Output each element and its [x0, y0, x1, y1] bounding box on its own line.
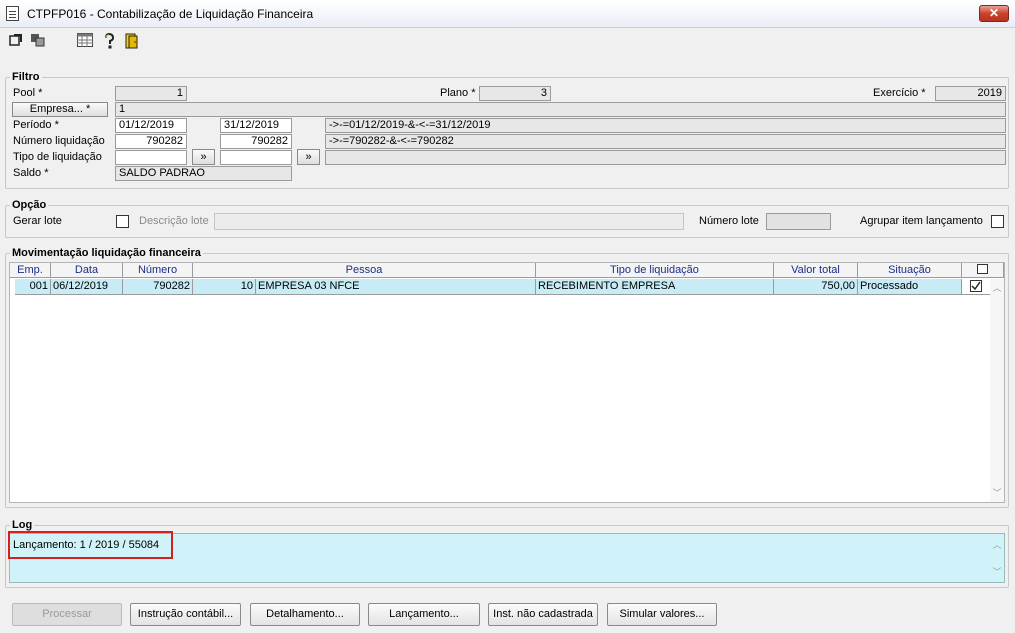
- copy-icon[interactable]: [30, 33, 46, 49]
- select-all-checkbox[interactable]: [977, 264, 988, 275]
- row-select-checkbox[interactable]: [970, 280, 982, 292]
- column-header-data[interactable]: Data: [51, 263, 123, 278]
- numero-lote-input[interactable]: [766, 213, 831, 230]
- cell-valor[interactable]: 750,00: [774, 279, 858, 295]
- numero-expression: ->-=790282-&-<-=790282: [325, 134, 1006, 149]
- gerar-lote-checkbox[interactable]: [116, 215, 129, 228]
- log-highlight-box: [8, 531, 173, 559]
- cell-numero[interactable]: 790282: [123, 279, 193, 295]
- cell-select[interactable]: [962, 279, 990, 295]
- simular-valores-button[interactable]: Simular valores...: [607, 603, 717, 626]
- gerar-lote-label: Gerar lote: [13, 215, 62, 227]
- cell-data[interactable]: 06/12/2019: [51, 279, 123, 295]
- chevron-down-icon[interactable]: ﹀: [992, 567, 1002, 577]
- window-title: CTPFP016 - Contabilização de Liquidação …: [27, 7, 314, 21]
- column-header-valor[interactable]: Valor total: [774, 263, 858, 278]
- empresa-field: 1: [115, 102, 1006, 117]
- numero-liquidacao-label: Número liquidação: [13, 135, 105, 147]
- agrupar-label: Agrupar item lançamento: [860, 215, 983, 227]
- export-icon[interactable]: [8, 33, 24, 49]
- periodo-expression: ->-=01/12/2019-&-<-=31/12/2019: [325, 118, 1006, 133]
- empresa-button[interactable]: Empresa... *: [12, 102, 108, 117]
- column-header-situacao[interactable]: Situação: [858, 263, 962, 278]
- tipo-to-lookup-button[interactable]: »: [297, 149, 320, 165]
- chevron-up-icon[interactable]: ︿: [992, 283, 1002, 293]
- log-title: Log: [10, 519, 35, 531]
- document-icon: [6, 6, 19, 21]
- tipo-liquidacao-label: Tipo de liquidação: [13, 151, 102, 163]
- toolbar: [0, 29, 1015, 53]
- column-header-tipo[interactable]: Tipo de liquidação: [536, 263, 774, 278]
- periodo-label: Período *: [13, 119, 59, 131]
- plano-field: 3: [479, 86, 551, 101]
- periodo-from-input[interactable]: 01/12/2019: [115, 118, 187, 133]
- exercicio-field: 2019: [935, 86, 1006, 101]
- pool-field: 1: [115, 86, 187, 101]
- cell-pessoa-nome[interactable]: EMPRESA 03 NFCE: [256, 279, 536, 295]
- agrupar-checkbox[interactable]: [991, 215, 1004, 228]
- tipo-from-input[interactable]: [115, 150, 187, 165]
- column-header-pessoa[interactable]: Pessoa: [193, 263, 536, 278]
- exit-door-icon[interactable]: [124, 33, 140, 49]
- log-scrollbar[interactable]: ︿ ﹀: [990, 534, 1004, 582]
- opcao-title: Opção: [10, 199, 49, 211]
- filtro-title: Filtro: [10, 71, 42, 83]
- cell-pessoa-codigo[interactable]: 10: [193, 279, 256, 295]
- movimentacao-table: Emp. Data Número Pessoa Tipo de liquidaç…: [9, 262, 1005, 503]
- pool-label: Pool *: [13, 87, 43, 99]
- instrucao-contabil-button[interactable]: Instrução contábil...: [130, 603, 241, 626]
- cell-tipo[interactable]: RECEBIMENTO EMPRESA: [536, 279, 774, 295]
- descricao-lote-label: Descrição lote: [139, 215, 209, 227]
- calendar-grid-icon[interactable]: [77, 33, 93, 49]
- tipo-from-lookup-button[interactable]: »: [192, 149, 215, 165]
- cell-emp[interactable]: 001: [15, 279, 51, 295]
- tipo-to-input[interactable]: [220, 150, 292, 165]
- column-header-numero[interactable]: Número: [123, 263, 193, 278]
- select-all-header[interactable]: [962, 263, 1004, 278]
- detalhamento-button[interactable]: Detalhamento...: [250, 603, 360, 626]
- chevron-up-icon[interactable]: ︿: [992, 540, 1002, 550]
- close-button[interactable]: ✕: [979, 5, 1009, 22]
- movimentacao-title: Movimentação liquidação financeira: [10, 247, 203, 259]
- chevron-down-icon[interactable]: ﹀: [992, 488, 1002, 498]
- inst-nao-cadastrada-button[interactable]: Inst. não cadastrada: [488, 603, 598, 626]
- checkmark-icon: [971, 281, 981, 291]
- processar-button[interactable]: Processar: [12, 603, 122, 626]
- periodo-to-input[interactable]: 31/12/2019: [220, 118, 292, 133]
- numero-lote-label: Número lote: [699, 215, 759, 227]
- numero-from-input[interactable]: 790282: [115, 134, 187, 149]
- lancamento-button[interactable]: Lançamento...: [368, 603, 480, 626]
- column-header-emp[interactable]: Emp.: [10, 263, 51, 278]
- title-bar: CTPFP016 - Contabilização de Liquidação …: [0, 0, 1015, 28]
- help-icon[interactable]: [101, 32, 117, 49]
- saldo-field: SALDO PADRAO: [115, 166, 292, 181]
- table-scrollbar[interactable]: ︿ ﹀: [990, 279, 1004, 502]
- saldo-label: Saldo *: [13, 167, 49, 179]
- plano-label: Plano *: [440, 87, 476, 99]
- cell-situacao[interactable]: Processado: [858, 279, 962, 295]
- tipo-expression: [325, 150, 1006, 165]
- exercicio-label: Exercício *: [873, 87, 926, 99]
- descricao-lote-input[interactable]: [214, 213, 684, 230]
- numero-to-input[interactable]: 790282: [220, 134, 292, 149]
